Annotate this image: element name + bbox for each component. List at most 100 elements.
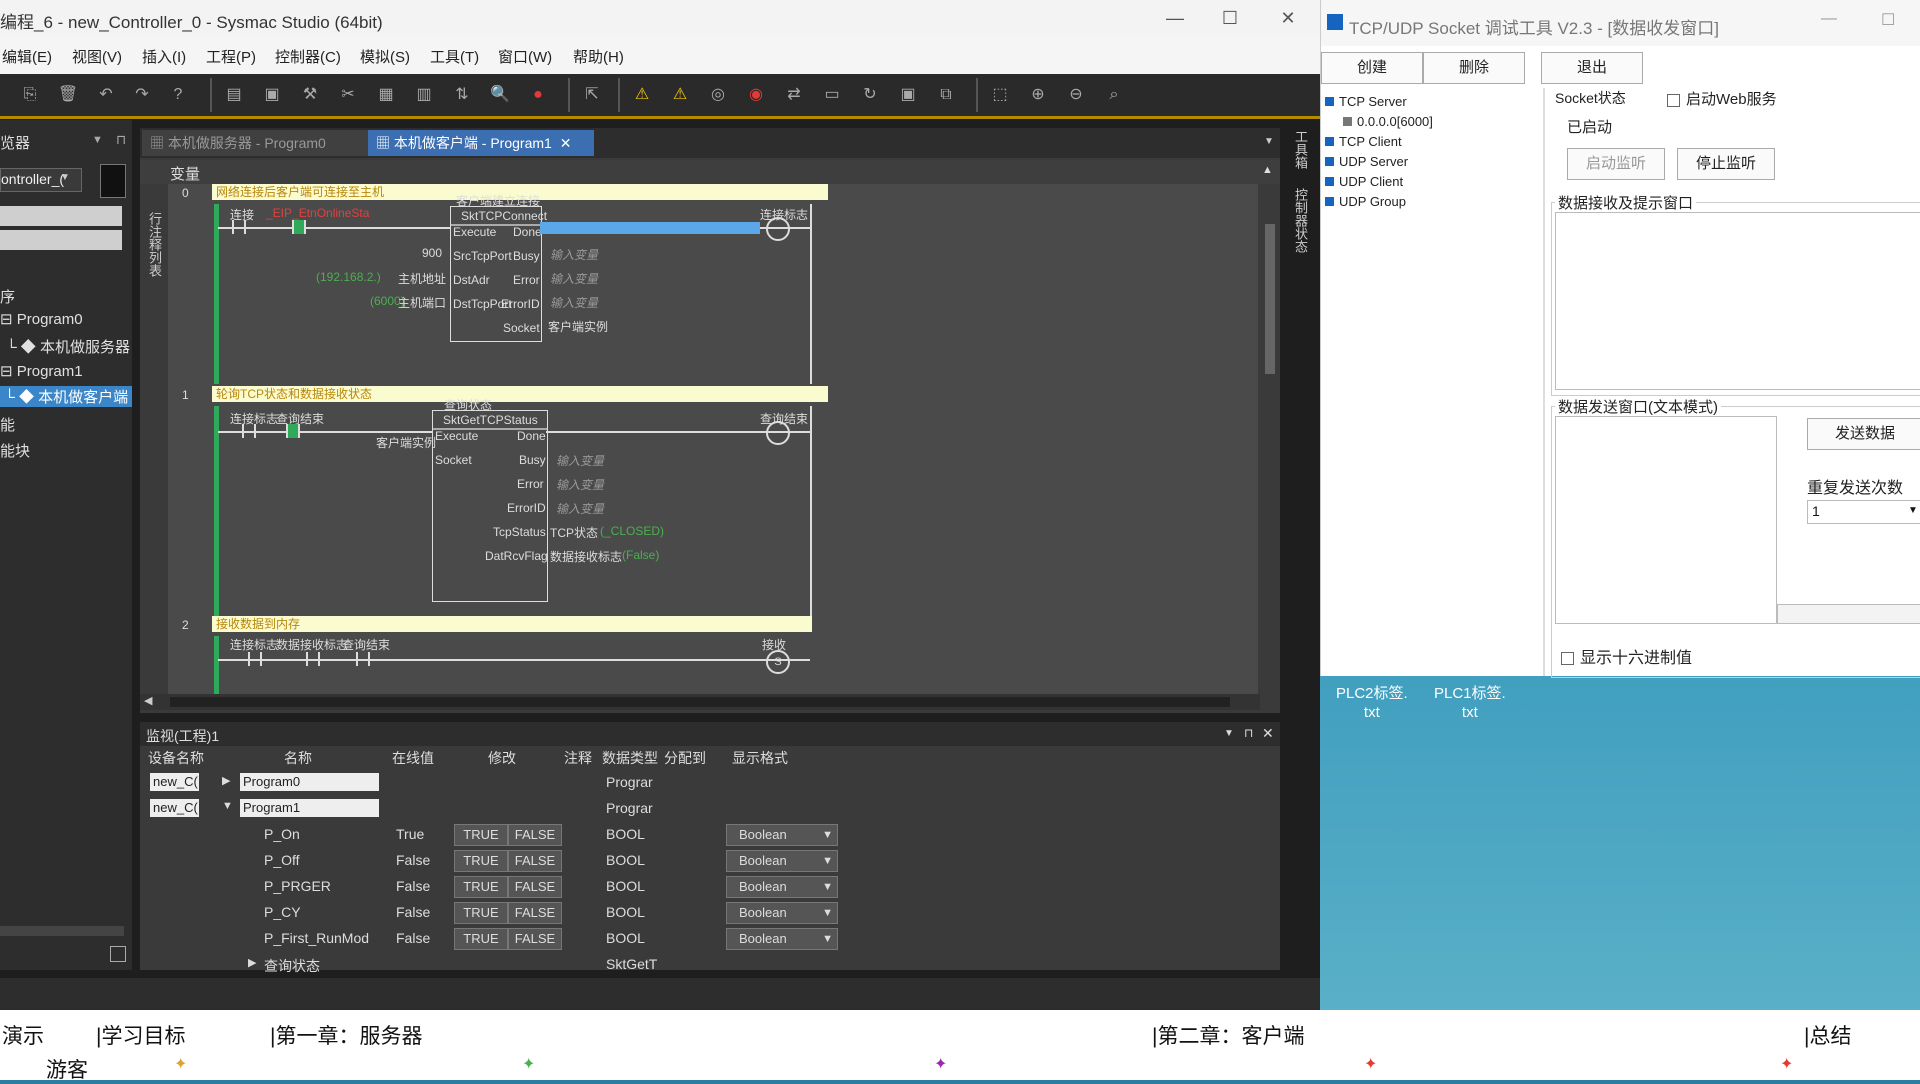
reset-icon[interactable]: ↻ xyxy=(858,83,882,107)
menu-edit[interactable]: 编辑(E) xyxy=(2,46,52,67)
config-section[interactable] xyxy=(0,206,122,226)
device-cell[interactable]: new_C( xyxy=(150,773,199,791)
horizontal-scrollbar[interactable]: ◀ xyxy=(140,694,1260,710)
menu-project[interactable]: 工程(P) xyxy=(206,46,256,67)
menu-simulation[interactable]: 模拟(S) xyxy=(360,46,410,67)
placeholder-var[interactable]: 输入变量 xyxy=(556,500,604,517)
table-row[interactable]: new_C( ▼ Program1 Prograr xyxy=(140,796,1260,822)
placeholder-var[interactable]: 输入变量 xyxy=(550,294,598,311)
table-row[interactable]: ▶ 查询状态 SktGetT xyxy=(140,952,1260,978)
col-assigned[interactable]: 分配到 xyxy=(664,748,706,768)
chapter-1-server[interactable]: |第一章：服务器 xyxy=(270,1020,422,1050)
set-false-button[interactable]: FALSE xyxy=(508,902,562,924)
minimize-button[interactable]: — xyxy=(1155,6,1195,30)
placeholder-var[interactable]: 输入变量 xyxy=(556,476,604,493)
device-cell[interactable]: new_C( xyxy=(150,799,199,817)
col-display-format[interactable]: 显示格式 xyxy=(732,748,788,768)
set-false-button[interactable]: FALSE xyxy=(508,850,562,872)
coil[interactable] xyxy=(766,421,790,445)
col-modify[interactable]: 修改 xyxy=(488,748,516,768)
exit-button[interactable]: 退出 xyxy=(1541,52,1643,84)
tree-program1[interactable]: ⊟ Program1 xyxy=(0,362,83,380)
function-block-sktcpconnect[interactable]: SktTCPConnect Execute Done SrcTcpPort Bu… xyxy=(450,206,547,342)
create-button[interactable]: 创建 xyxy=(1321,52,1423,84)
monitor-icon[interactable]: ▦ xyxy=(374,83,398,107)
tree-tcp-server[interactable]: TCP Server xyxy=(1325,94,1407,109)
send-data-button[interactable]: 发送数据 xyxy=(1807,418,1920,450)
fit-icon[interactable]: ⬚ xyxy=(988,83,1012,107)
menu-view[interactable]: 视图(V) xyxy=(72,46,122,67)
pages-icon[interactable]: ▭ xyxy=(820,83,844,107)
controller-status-tab[interactable]: 控制器状态 xyxy=(1290,188,1310,253)
output-variable[interactable]: TCP状态 xyxy=(550,524,598,541)
expand-icon[interactable]: ▶ xyxy=(222,774,230,787)
window-icon[interactable]: ⧉ xyxy=(934,83,958,107)
build-icon[interactable]: ⚒ xyxy=(298,83,322,107)
copy-icon[interactable]: ⎘ xyxy=(18,83,42,107)
set-true-button[interactable]: TRUE xyxy=(454,928,508,950)
explorer-scrollbar[interactable] xyxy=(0,926,124,936)
set-false-button[interactable]: FALSE xyxy=(508,928,562,950)
chevron-down-icon[interactable]: ▼ xyxy=(810,877,833,897)
tree-server-section[interactable]: └ ◆ 本机做服务器 xyxy=(6,336,130,357)
display-format-select[interactable]: Boolean ▼ xyxy=(726,824,838,846)
cut-icon[interactable]: ✂ xyxy=(336,83,360,107)
zoom-in-icon[interactable]: ⊕ xyxy=(1026,83,1050,107)
compare-icon[interactable]: ▥ xyxy=(412,83,436,107)
send-textarea[interactable] xyxy=(1555,416,1777,624)
set-true-button[interactable]: TRUE xyxy=(454,876,508,898)
tree-programs[interactable]: 序 xyxy=(0,286,15,307)
maximize-button[interactable]: ☐ xyxy=(1881,10,1895,30)
pin-icon[interactable]: ⊓ xyxy=(1244,726,1253,740)
display-format-select[interactable]: Boolean ▼ xyxy=(726,928,838,950)
table-row[interactable]: P_PRGER False TRUE FALSE BOOL Boolean ▼ xyxy=(140,874,1260,900)
chevron-down-icon[interactable]: ▼ xyxy=(810,929,833,949)
sync-icon[interactable]: ⇄ xyxy=(782,83,806,107)
contact-nc[interactable] xyxy=(356,652,370,666)
menu-window[interactable]: 窗口(W) xyxy=(498,46,552,67)
output-variable[interactable]: 数据接收标志 xyxy=(550,548,622,565)
splitter[interactable] xyxy=(1543,88,1545,676)
stop-listen-button[interactable]: 停止监听 xyxy=(1677,148,1775,180)
display-format-select[interactable]: Boolean ▼ xyxy=(726,876,838,898)
tree-program0[interactable]: ⊟ Program0 xyxy=(0,310,83,328)
desktop-file-icon[interactable]: PLC1标签. txt xyxy=(1434,684,1506,722)
table-row[interactable]: P_CY False TRUE FALSE BOOL Boolean ▼ xyxy=(140,900,1260,926)
io-map-icon[interactable]: ▤ xyxy=(222,83,246,107)
warning-clear-icon[interactable]: ⚠ xyxy=(668,83,692,107)
col-device[interactable]: 设备名称 xyxy=(148,748,204,768)
chevron-down-icon[interactable]: ▼ xyxy=(810,851,833,871)
stop-icon[interactable]: ● xyxy=(526,83,550,107)
close-button[interactable]: ✕ xyxy=(1268,6,1308,30)
web-service-checkbox[interactable]: 启动Web服务 xyxy=(1667,88,1777,109)
set-false-button[interactable]: FALSE xyxy=(508,876,562,898)
contact-no[interactable] xyxy=(248,652,262,666)
contact-nc[interactable] xyxy=(286,424,300,438)
menu-tools[interactable]: 工具(T) xyxy=(430,46,479,67)
tab-server-program0[interactable]: ▦ 本机做服务器 - Program0 xyxy=(142,130,368,156)
table-row[interactable]: P_First_RunMod False TRUE FALSE BOOL Boolean ▼ xyxy=(140,926,1260,952)
chapter-marker-icon[interactable]: ✦ xyxy=(522,1054,535,1074)
contact-no[interactable] xyxy=(292,220,306,234)
warning-icon[interactable]: ⚠ xyxy=(630,83,654,107)
program-section[interactable] xyxy=(0,230,122,250)
chapter-demo[interactable]: 演示 xyxy=(2,1020,44,1050)
delete-icon[interactable]: 🗑 xyxy=(56,83,80,107)
set-true-button[interactable]: TRUE xyxy=(454,902,508,924)
col-name[interactable]: 名称 xyxy=(284,748,312,768)
print-icon[interactable]: ▣ xyxy=(260,83,284,107)
chapter-marker-icon[interactable]: ✦ xyxy=(934,1054,947,1074)
find-icon[interactable]: 🔍 xyxy=(488,83,512,107)
tree-udp-group[interactable]: UDP Group xyxy=(1325,194,1406,209)
tab-list-icon[interactable]: ▼ xyxy=(1264,136,1274,147)
pointer-icon[interactable]: ⇱ xyxy=(580,83,604,107)
redo-icon[interactable]: ↷ xyxy=(130,83,154,107)
menu-controller[interactable]: 控制器(C) xyxy=(275,46,341,67)
delete-button[interactable]: 删除 xyxy=(1423,52,1525,84)
collapse-icon[interactable]: ▼ xyxy=(222,800,233,812)
tree-udp-client[interactable]: UDP Client xyxy=(1325,174,1403,189)
rung-comment[interactable]: 接收数据到内存 xyxy=(212,616,812,632)
col-online-value[interactable]: 在线值 xyxy=(392,748,434,768)
undo-icon[interactable]: ↶ xyxy=(94,83,118,107)
function-block-sktgettcpstatus[interactable]: SktGetTCPStatus Execute Done Socket Busy… xyxy=(432,410,548,602)
